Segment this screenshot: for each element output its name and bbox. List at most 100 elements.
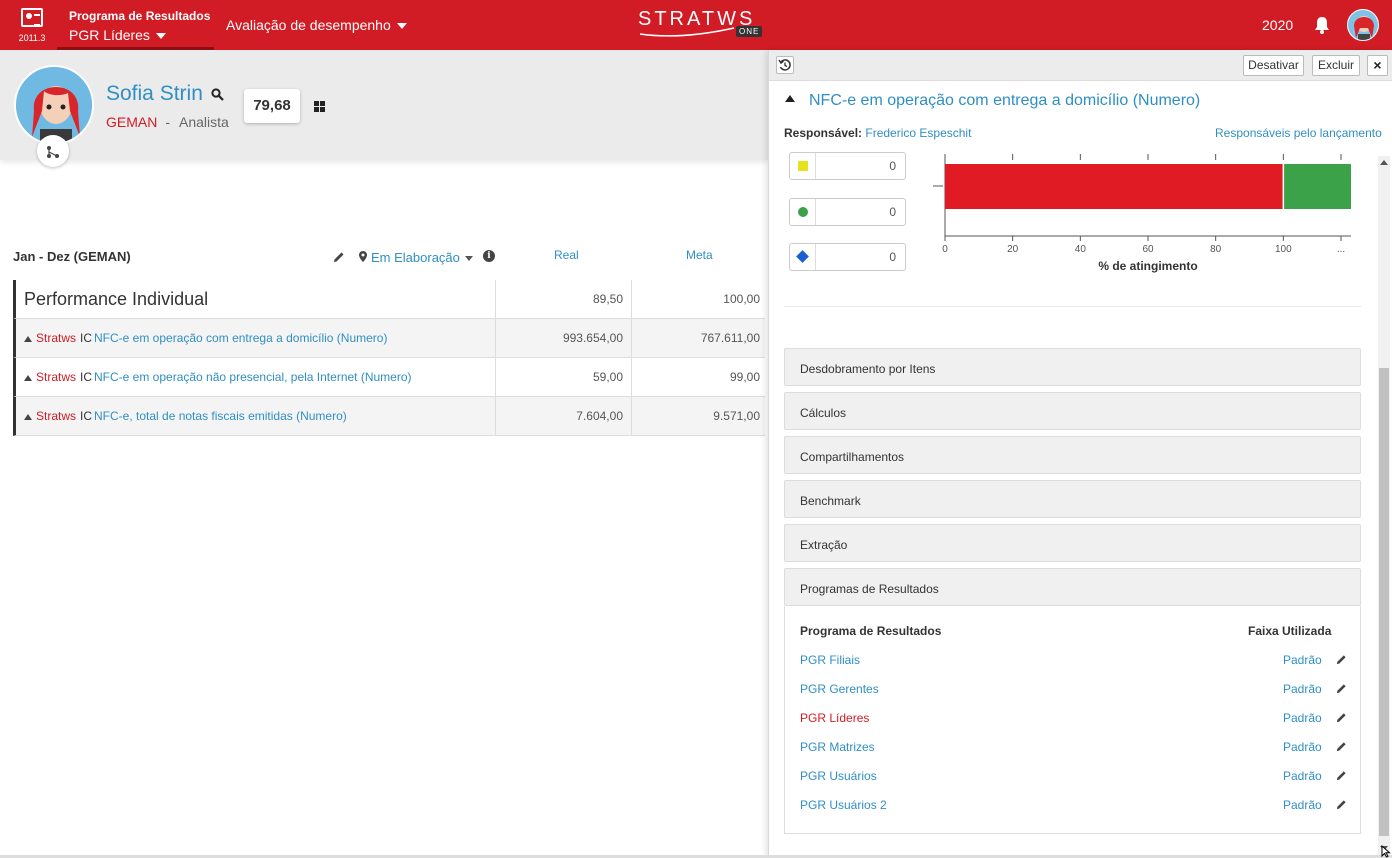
indicators-table: Performance Individual 89,50 100,00 Stra… (13, 280, 765, 436)
performance-menu[interactable]: Avaliação de desempenho (226, 17, 407, 33)
grid-view-icon[interactable] (314, 101, 325, 112)
row-real: 993.654,00 (496, 319, 632, 357)
accordion-desdobramento[interactable]: Desdobramento por Itens (784, 348, 1361, 386)
report-card-icon (21, 8, 43, 27)
year-selector[interactable]: 2020 (1262, 17, 1293, 33)
legend-blue-box[interactable]: 0 (789, 243, 906, 271)
user-avatar[interactable] (1347, 9, 1379, 41)
chevron-down-icon (155, 33, 166, 40)
program-link[interactable]: PGR Usuários 2 (800, 798, 887, 812)
table-row[interactable]: Stratws IC NFC-e em operação com entrega a… (13, 319, 765, 358)
logo-badge: ONE (736, 26, 763, 37)
mouse-cursor-icon (1381, 844, 1391, 858)
profile-role: Analista (179, 114, 229, 130)
program-row: PGR Usuários Padrão (785, 769, 1360, 798)
scrollbar-thumb[interactable] (1379, 368, 1389, 836)
responsible: Responsável: Frederico Espeschit (784, 126, 972, 140)
edit-icon[interactable] (1336, 770, 1347, 784)
accordion-extracao[interactable]: Extração (784, 524, 1361, 562)
program-row: PGR Filiais Padrão (785, 653, 1360, 682)
info-icon[interactable]: i (483, 250, 495, 262)
accordion-programas[interactable]: Programas de Resultados (784, 568, 1361, 606)
table-row-performance[interactable]: Performance Individual 89,50 100,00 (13, 280, 765, 319)
program-selector[interactable]: Programa de Resultados PGR Líderes (57, 0, 214, 50)
edit-icon[interactable] (1336, 654, 1347, 668)
divider (784, 306, 1361, 307)
scroll-up-arrow-icon[interactable] (1380, 160, 1388, 165)
org-chart-button[interactable] (37, 135, 69, 167)
program-row: PGR Matrizes Padrão (785, 740, 1360, 769)
range-link[interactable]: Padrão (1283, 711, 1322, 725)
program-link[interactable]: PGR Matrizes (800, 740, 875, 754)
edit-icon[interactable] (1336, 712, 1347, 726)
column-header-real[interactable]: Real (554, 248, 579, 262)
x-tick-label: 20 (1007, 244, 1019, 255)
legend-yellow-box[interactable]: 0 (789, 152, 906, 180)
program-row: PGR Usuários 2 Padrão (785, 798, 1360, 827)
program-row: PGR Líderes Padrão (785, 711, 1360, 740)
delete-button[interactable]: Excluir (1312, 55, 1360, 76)
program-link[interactable]: PGR Líderes (800, 711, 869, 725)
range-link[interactable]: Padrão (1283, 740, 1322, 754)
legend-green-box[interactable]: 0 (789, 198, 906, 226)
program-link[interactable]: PGR Usuários (800, 769, 877, 783)
bar-segment-1 (1283, 164, 1351, 209)
range-link[interactable]: Padrão (1283, 798, 1322, 812)
row-indicator-link[interactable]: NFC-e, total de notas fiscais emitidas (… (94, 409, 347, 423)
performance-score[interactable]: 79,68 (244, 89, 300, 123)
program-link[interactable]: PGR Gerentes (800, 682, 879, 696)
column-header-meta[interactable]: Meta (686, 248, 713, 262)
panel-title[interactable]: NFC-e em operação com entrega a domicíli… (785, 92, 1200, 110)
range-link[interactable]: Padrão (1283, 769, 1322, 783)
close-button[interactable]: × (1367, 55, 1388, 76)
triangle-up-icon[interactable] (785, 95, 795, 103)
row-indicator-link[interactable]: NFC-e em operação não presencial, pela I… (94, 370, 411, 384)
profile-name[interactable]: Sofia Strin (106, 82, 203, 106)
row-indicator-link[interactable]: NFC-e em operação com entrega a domicíli… (94, 331, 387, 345)
chevron-down-icon (396, 23, 407, 30)
x-tick-label: 80 (1210, 244, 1222, 255)
row-meta: 99,00 (729, 370, 760, 384)
program-selected[interactable]: PGR Líderes (69, 27, 214, 43)
history-icon (778, 59, 791, 71)
row-type: IC (80, 370, 93, 384)
deactivate-button[interactable]: Desativar (1243, 55, 1304, 76)
edit-icon[interactable] (1336, 683, 1347, 697)
map-pin-icon (359, 250, 367, 265)
table-row[interactable]: Stratws IC NFC-e em operação não presencia… (13, 358, 765, 397)
row-real: 89,50 (496, 280, 632, 318)
responsible-entry-link[interactable]: Responsáveis pelo lançamento (1215, 126, 1382, 140)
row-name: Stratws IC NFC-e em operação com entrega a… (16, 319, 496, 357)
range-column-header: Faixa Utilizada (1248, 624, 1332, 638)
table-row[interactable]: Stratws IC NFC-e, total de notas fiscais e… (13, 397, 765, 436)
range-link[interactable]: Padrão (1283, 682, 1322, 696)
program-link[interactable]: PGR Filiais (800, 653, 860, 667)
stratws-logo: STRATWS ONE (638, 8, 763, 37)
edit-icon[interactable] (1336, 799, 1347, 813)
history-button[interactable] (776, 56, 794, 74)
row-real: 59,00 (496, 358, 632, 396)
blue-diamond-icon (790, 244, 816, 270)
accordion-calculos[interactable]: Cálculos (784, 392, 1361, 430)
panel-toolbar: Desativar Excluir × (769, 50, 1392, 81)
profile-avatar[interactable] (14, 65, 94, 145)
logo-swoosh-icon (639, 27, 735, 37)
range-link[interactable]: Padrão (1283, 653, 1322, 667)
chevron-down-icon (464, 256, 473, 262)
row-meta: 767.611,00 (700, 331, 760, 345)
edit-icon[interactable] (333, 251, 345, 266)
top-navigation-bar: 2011.3 Programa de Resultados PGR Lídere… (0, 0, 1392, 50)
accordion-benchmark[interactable]: Benchmark (784, 480, 1361, 518)
search-icon[interactable] (211, 88, 224, 104)
accordion-compartilhamentos[interactable]: Compartilhamentos (784, 436, 1361, 474)
edit-icon[interactable] (1336, 741, 1347, 755)
app-home-button[interactable]: 2011.3 (12, 6, 52, 46)
row-name: Stratws IC NFC-e, total de notas fiscais e… (16, 397, 496, 435)
status-dropdown[interactable]: Em Elaboração (359, 250, 473, 265)
x-tick-label: 100 (1275, 244, 1292, 255)
row-type: IC (80, 409, 93, 423)
triangle-up-icon (24, 335, 32, 342)
bell-icon[interactable] (1313, 15, 1331, 38)
profile-header: Sofia Strin GEMAN - Analista (0, 50, 768, 167)
responsible-name-link[interactable]: Frederico Espeschit (865, 126, 971, 140)
